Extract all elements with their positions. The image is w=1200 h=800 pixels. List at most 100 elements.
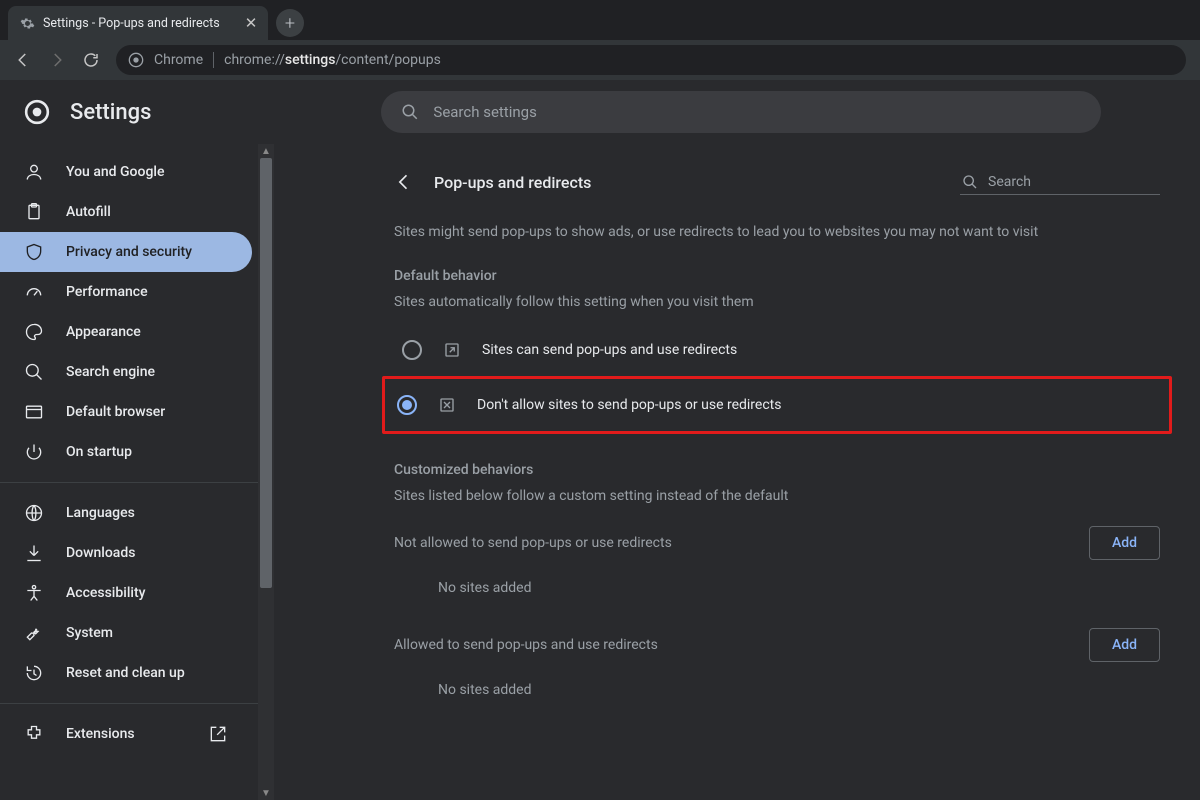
sidebar-item-label: Default browser [66, 404, 165, 420]
sidebar-item-system[interactable]: System [0, 613, 252, 653]
empty-state-text: No sites added [394, 662, 1160, 708]
chrome-logo-icon [24, 99, 50, 125]
app-header: Settings Search settings [0, 80, 1200, 144]
power-icon [24, 442, 44, 462]
browser-tab[interactable]: Settings - Pop-ups and redirects ✕ [8, 6, 268, 40]
shield-icon [24, 242, 44, 262]
search-icon [401, 103, 419, 121]
sidebar-item-downloads[interactable]: Downloads [0, 533, 252, 573]
sidebar-divider [0, 482, 258, 483]
person-icon [24, 162, 44, 182]
custom-list-not-allowed: Not allowed to send pop-ups or use redir… [394, 526, 1160, 560]
nav-forward-button[interactable] [48, 51, 66, 69]
app-body: You and Google Autofill Privacy and secu… [0, 144, 1200, 800]
scroll-down-arrow-icon[interactable]: ▼ [258, 786, 274, 800]
download-icon [24, 543, 44, 563]
settings-search-placeholder: Search settings [433, 103, 536, 121]
omnibox-url: chrome://settings/content/popups [224, 52, 441, 68]
section-subtitle: Sites listed below follow a custom setti… [394, 488, 1160, 504]
search-icon [962, 174, 978, 190]
popup-allow-icon [442, 340, 462, 360]
palette-icon [24, 322, 44, 342]
custom-list-label: Allowed to send pop-ups and use redirect… [394, 637, 658, 653]
inline-search-box[interactable]: Search [960, 170, 1160, 195]
puzzle-icon [24, 724, 44, 744]
sidebar-item-label: On startup [66, 444, 132, 460]
open-external-icon [208, 724, 228, 744]
sidebar-item-languages[interactable]: Languages [0, 493, 252, 533]
sidebar-item-appearance[interactable]: Appearance [0, 312, 252, 352]
section-title: Customized behaviors [394, 462, 1160, 478]
sidebar-item-label: Search engine [66, 364, 155, 380]
sidebar-item-extensions[interactable]: Extensions [0, 714, 252, 754]
gear-icon [20, 16, 35, 31]
sidebar-item-label: Privacy and security [66, 244, 192, 260]
sidebar-divider [0, 703, 258, 704]
scroll-up-arrow-icon[interactable]: ▲ [258, 144, 274, 158]
sidebar-item-label: System [66, 625, 113, 641]
nav-reload-button[interactable] [82, 51, 100, 69]
main-content: Pop-ups and redirects Search Sites might… [274, 144, 1200, 800]
search-icon [24, 362, 44, 382]
sidebar-item-you-and-google[interactable]: You and Google [0, 152, 252, 192]
custom-list-allowed: Allowed to send pop-ups and use redirect… [394, 628, 1160, 662]
radio-option-allow[interactable]: Sites can send pop-ups and use redirects [394, 324, 1160, 376]
sidebar-item-performance[interactable]: Performance [0, 272, 252, 312]
page-header: Pop-ups and redirects Search [394, 156, 1160, 208]
sidebar-item-label: Appearance [66, 324, 141, 340]
accessibility-icon [24, 583, 44, 603]
radio-button[interactable] [402, 340, 422, 360]
sidebar-scrollbar[interactable]: ▲ ▼ [258, 144, 274, 800]
radio-option-block[interactable]: Don't allow sites to send pop-ups or use… [389, 379, 1165, 431]
inline-search-placeholder: Search [988, 174, 1031, 190]
page-title: Pop-ups and redirects [434, 173, 591, 192]
sidebar: You and Google Autofill Privacy and secu… [0, 144, 258, 800]
tab-close-button[interactable]: ✕ [244, 16, 258, 30]
radio-label: Sites can send pop-ups and use redirects [482, 342, 737, 358]
radio-label: Don't allow sites to send pop-ups or use… [477, 397, 781, 413]
sidebar-item-label: Downloads [66, 545, 135, 561]
nav-back-button[interactable] [14, 51, 32, 69]
sidebar-item-label: Reset and clean up [66, 665, 185, 681]
add-button[interactable]: Add [1089, 526, 1160, 560]
sidebar-item-accessibility[interactable]: Accessibility [0, 573, 252, 613]
omnibox[interactable]: Chrome chrome://settings/content/popups [116, 45, 1186, 75]
browser-icon [24, 402, 44, 422]
sidebar-item-privacy-security[interactable]: Privacy and security [0, 232, 252, 272]
page-back-button[interactable] [394, 172, 414, 192]
sidebar-item-label: Extensions [66, 726, 135, 742]
section-title: Default behavior [394, 268, 1160, 284]
custom-list-label: Not allowed to send pop-ups or use redir… [394, 535, 672, 551]
browser-toolbar: Chrome chrome://settings/content/popups [0, 40, 1200, 80]
sidebar-item-label: Accessibility [66, 585, 145, 601]
globe-icon [24, 503, 44, 523]
chrome-icon [128, 52, 144, 68]
page-description: Sites might send pop-ups to show ads, or… [394, 224, 1160, 240]
popup-block-icon [437, 395, 457, 415]
tab-title: Settings - Pop-ups and redirects [43, 16, 220, 31]
radio-button[interactable] [397, 395, 417, 415]
omnibox-scheme-label: Chrome [154, 52, 203, 68]
sidebar-item-label: You and Google [66, 164, 164, 180]
sidebar-item-label: Performance [66, 284, 148, 300]
sidebar-item-reset-cleanup[interactable]: Reset and clean up [0, 653, 252, 693]
section-subtitle: Sites automatically follow this setting … [394, 294, 1160, 310]
new-tab-button[interactable]: + [276, 9, 304, 37]
clipboard-icon [24, 202, 44, 222]
omnibox-separator [213, 52, 214, 68]
sidebar-item-on-startup[interactable]: On startup [0, 432, 252, 472]
sidebar-item-label: Languages [66, 505, 135, 521]
add-button[interactable]: Add [1089, 628, 1160, 662]
empty-state-text: No sites added [394, 560, 1160, 606]
default-behavior-section: Default behavior Sites automatically fol… [394, 268, 1160, 434]
tab-strip: Settings - Pop-ups and redirects ✕ + [0, 0, 1200, 40]
scrollbar-thumb[interactable] [260, 158, 272, 588]
history-icon [24, 663, 44, 683]
app-title: Settings [70, 100, 151, 125]
customized-behaviors-section: Customized behaviors Sites listed below … [394, 462, 1160, 708]
sidebar-item-autofill[interactable]: Autofill [0, 192, 252, 232]
highlighted-selection: Don't allow sites to send pop-ups or use… [382, 376, 1172, 434]
sidebar-item-default-browser[interactable]: Default browser [0, 392, 252, 432]
sidebar-item-search-engine[interactable]: Search engine [0, 352, 252, 392]
settings-search-box[interactable]: Search settings [381, 91, 1101, 133]
